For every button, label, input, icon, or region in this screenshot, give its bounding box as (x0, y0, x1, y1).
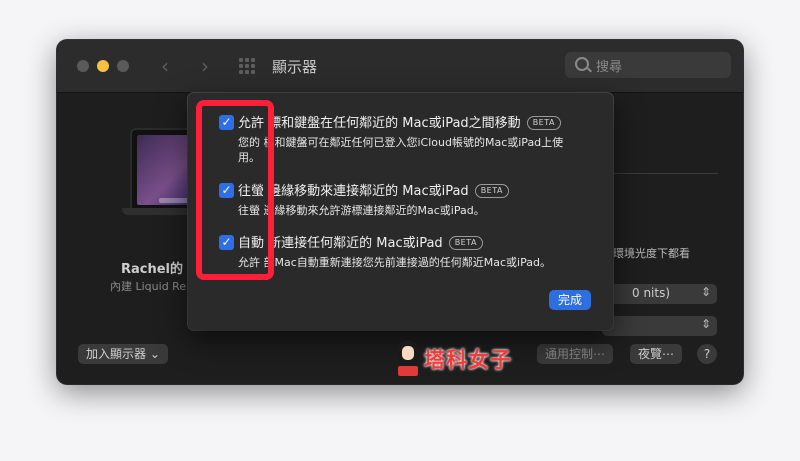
universal-control-button[interactable]: 通用控制⋯ (537, 344, 614, 364)
option-title: 允許 標和鍵盤在任何鄰近的 Mac或iPad之間移動 BETA (238, 112, 561, 131)
refresh-rate-select[interactable]: ⇕ (602, 316, 717, 336)
ambient-light-text: 周環境光度下都看 (602, 247, 690, 260)
titlebar: ‹ › 顯示器 搜尋 (57, 40, 743, 93)
watermark-avatar-icon (398, 340, 418, 378)
option-description: 往螢 邊緣移動來允許游標連接鄰近的Mac或iPad。 (238, 204, 485, 217)
back-chevron-icon[interactable]: ‹ (161, 54, 169, 78)
divider (602, 173, 718, 174)
beta-badge: BETA (448, 236, 483, 250)
beta-badge: BETA (474, 184, 509, 198)
zoom-window-button[interactable] (117, 60, 129, 72)
night-shift-button[interactable]: 夜覽⋯ (630, 344, 683, 364)
device-subtitle: 內建 Liquid Re (110, 280, 187, 293)
help-button[interactable]: ? (697, 344, 717, 364)
window-title: 顯示器 (272, 58, 318, 76)
add-display-button[interactable]: 加入顯示器 ⌄ (78, 344, 168, 364)
chevron-down-icon: ⌄ (149, 347, 160, 361)
done-button[interactable]: 完成 (549, 290, 591, 310)
brightness-select[interactable]: 0 nits) ⇕ (602, 284, 717, 304)
add-display-label: 加入顯示器 (86, 347, 147, 361)
brightness-select-value: 0 nits) (632, 286, 671, 300)
option-description: 您的 標和鍵盤可在鄰近任何已登入您iCloud帳號的Mac或iPad上使用。 (238, 136, 564, 164)
forward-chevron-icon[interactable]: › (201, 54, 209, 78)
close-window-button[interactable] (77, 60, 89, 72)
option-description: 允許 部Mac自動重新連接您先前連接過的任何鄰近Mac或iPad。 (238, 256, 551, 269)
watermark-text: 塔科女子 (424, 348, 512, 372)
beta-badge: BETA (526, 116, 561, 130)
search-field[interactable]: 搜尋 (565, 52, 731, 78)
search-placeholder: 搜尋 (596, 60, 623, 75)
option-title: 自動 新連接任何鄰近的 Mac或iPad BETA (238, 232, 483, 251)
search-icon (575, 57, 589, 71)
updown-chevron-icon: ⇕ (700, 317, 711, 331)
minimize-window-button[interactable] (97, 60, 109, 72)
updown-chevron-icon: ⇕ (700, 285, 711, 299)
option-title: 往螢 邊緣移動來連接鄰近的 Mac或iPad BETA (238, 180, 509, 199)
show-all-grid-icon[interactable] (239, 58, 257, 74)
red-highlight-box (196, 100, 274, 280)
